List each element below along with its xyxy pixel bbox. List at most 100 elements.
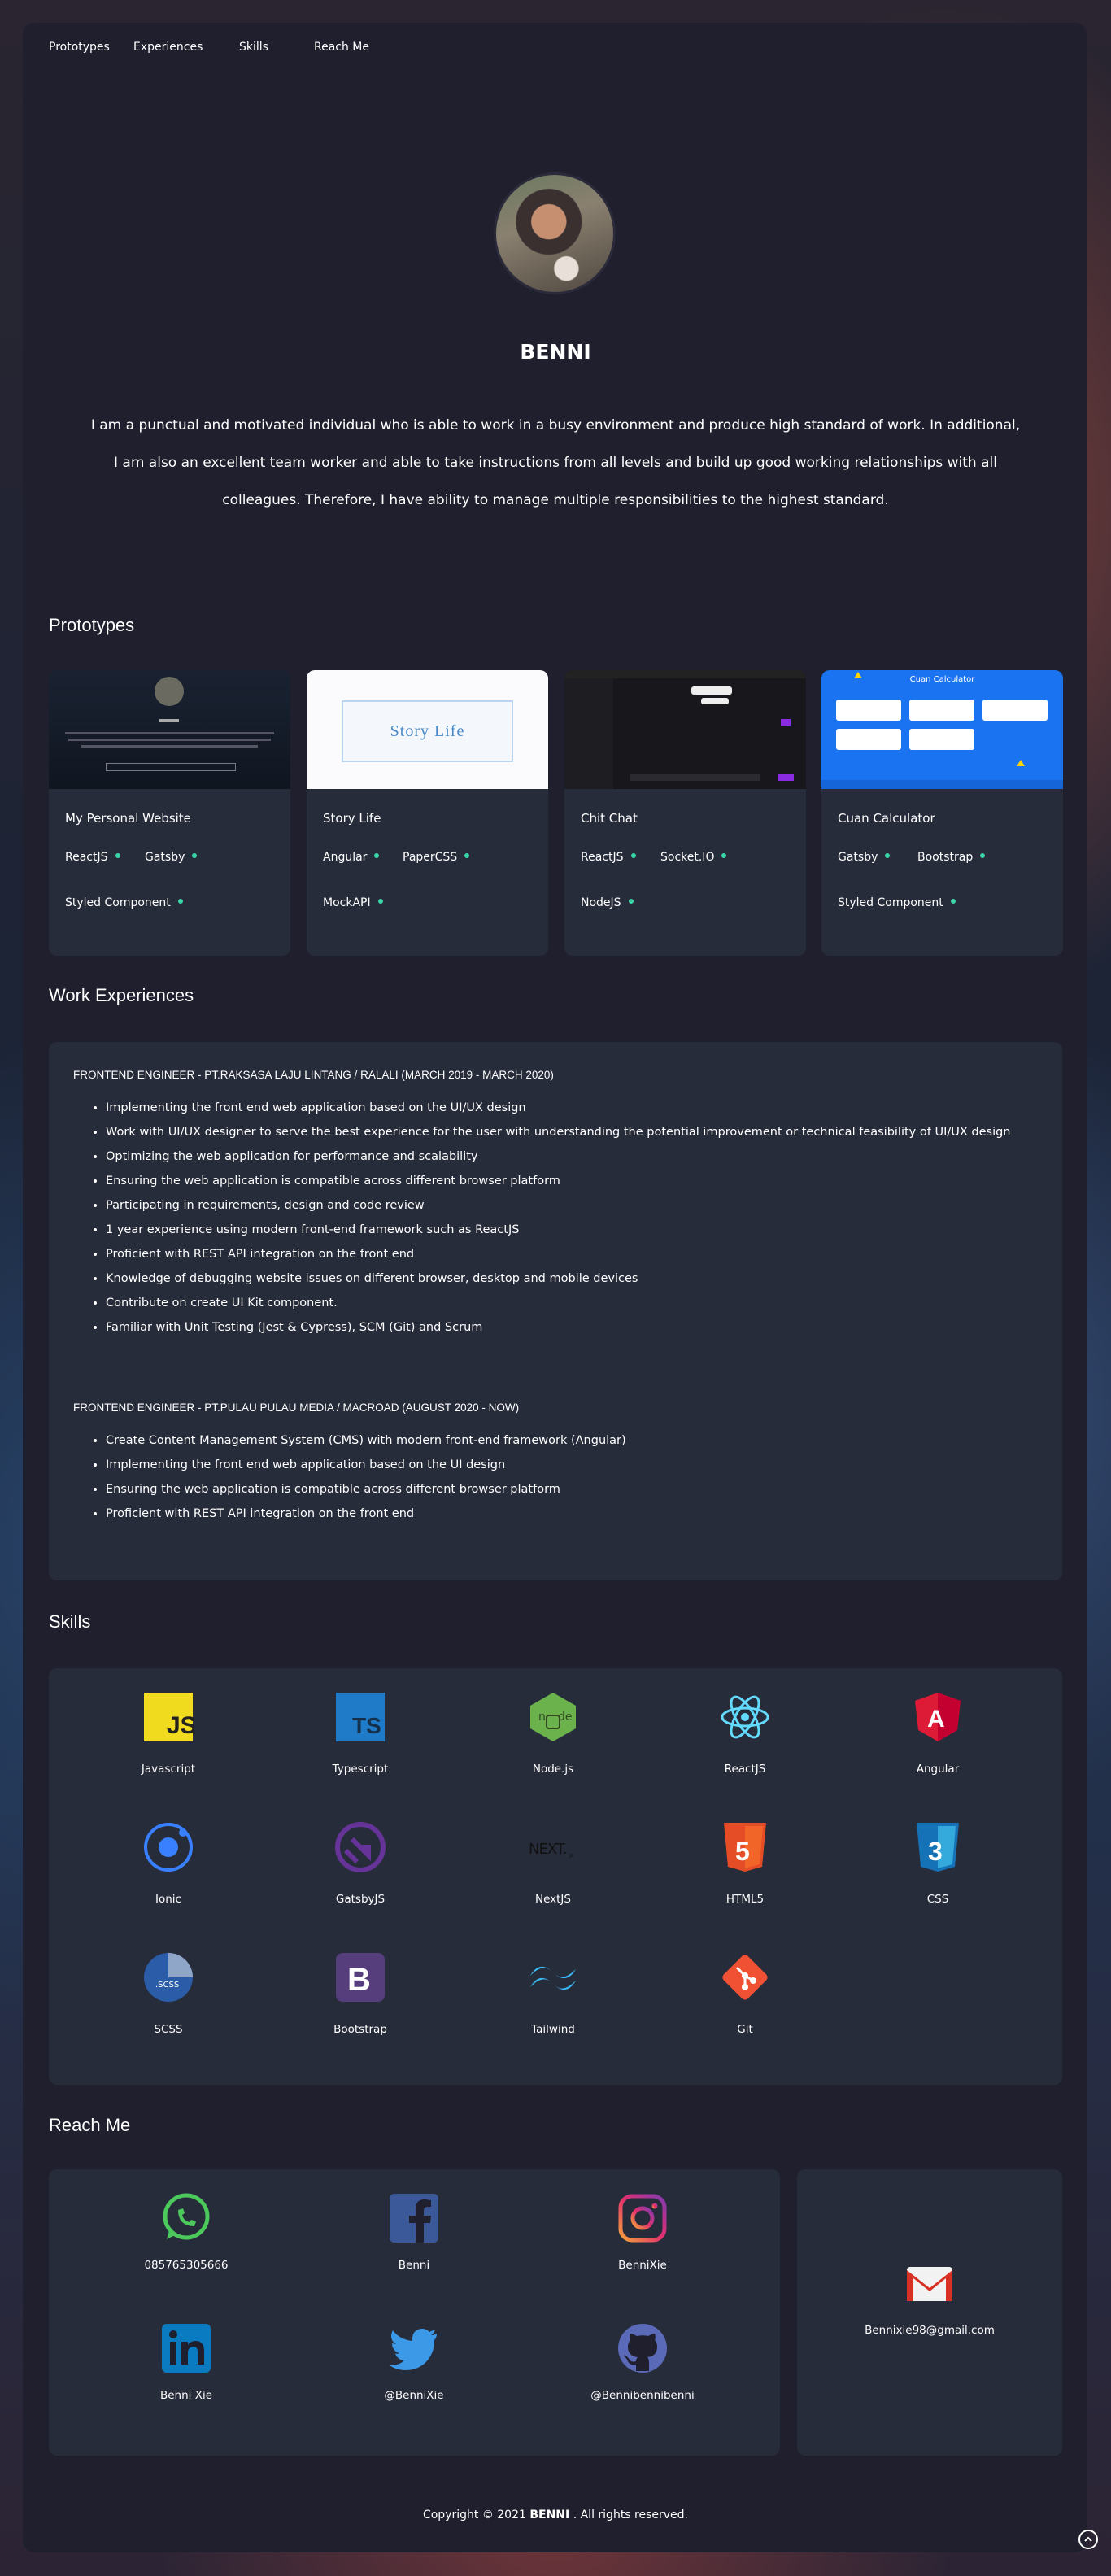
gatsby-icon [334,1821,386,1873]
job-role: FRONTEND ENGINEER - PT.PULAU PULAU MEDIA… [73,1401,520,1414]
job-duties: Implementing the front end web applicati… [106,1096,1041,1340]
avatar [494,172,616,294]
chevron-up-icon [1084,2536,1092,2542]
nav-prototypes[interactable]: Prototypes [49,41,133,54]
project-title: My Personal Website [65,811,191,826]
contact-label: BenniXie [618,2259,667,2272]
svg-text:NEXT.: NEXT. [529,1841,566,1858]
bio-line: I am also an excellent team worker and a… [114,455,997,471]
skill-label: Ionic [155,1893,181,1906]
css3-icon: 3 [912,1821,964,1873]
bio-line: I am a punctual and motivated individual… [90,417,1021,434]
duty-item: Ensuring the web application is compatib… [106,1169,1041,1193]
skill-item: JS Javascript [95,1691,242,1776]
skill-item: B Bootstrap [287,1951,434,2036]
nav-experiences[interactable]: Experiences [133,41,239,54]
top-nav: Prototypes Experiences Skills Reach Me [49,41,387,54]
linkedin-icon [160,2322,212,2374]
svg-text:n: n [538,1711,546,1724]
react-icon [719,1691,771,1743]
contact-item[interactable]: @BenniXie [325,2322,503,2402]
svg-text:3: 3 [928,1837,943,1866]
duty-item: Proficient with REST API integration on … [106,1242,1041,1266]
project-card[interactable]: Cuan Calculator Cuan Calculator Gatsby B… [821,670,1063,956]
duty-item: Implementing the front end web applicati… [106,1096,1041,1120]
skill-label: GatsbyJS [335,1893,386,1906]
project-card[interactable]: My Personal Website ReactJS Gatsby Style… [49,670,290,956]
git-icon [719,1951,771,2003]
skill-label: Bootstrap [333,2023,387,2036]
duty-item: Proficient with REST API integration on … [106,1502,1041,1526]
typescript-icon: TS [334,1691,386,1743]
project-card[interactable]: Story Life Story Life Angular PaperCSS M… [307,670,548,956]
nav-reach-me[interactable]: Reach Me [314,41,387,54]
thumbnail-text: Story Life [390,721,465,740]
svg-text:JS: JS [167,1712,194,1739]
skill-label: Typescript [332,1763,389,1776]
ionic-icon [142,1821,194,1873]
svg-text:5: 5 [735,1837,750,1866]
skill-label: NextJS [534,1893,571,1906]
contact-item[interactable]: BenniXie [553,2192,732,2272]
contact-item[interactable]: Benni [325,2192,503,2272]
angular-icon: A [912,1691,964,1743]
javascript-icon: JS [142,1691,197,1743]
project-title: Story Life [323,811,381,826]
duty-item: Ensuring the web application is compatib… [106,1477,1041,1502]
project-tag: MockAPI [323,896,383,909]
twitter-icon [388,2322,440,2374]
instagram-icon [616,2192,669,2244]
nav-skills[interactable]: Skills [239,41,314,54]
project-tag: PaperCSS [403,851,469,864]
skill-label: Angular [916,1763,960,1776]
contact-label: @BenniXie [384,2389,444,2402]
nextjs-icon: NEXT. js [527,1821,579,1873]
profile-bio: I am a punctual and motivated individual… [81,407,1030,519]
project-tag: Gatsby [838,851,890,864]
email-card: Bennixie98@gmail.com [797,2169,1062,2456]
project-card[interactable]: Chit Chat ReactJS Socket.IO NodeJS [564,670,806,956]
skill-item: Tailwind [480,1951,626,2036]
contact-item[interactable]: 085765305666 [97,2192,276,2272]
skill-item: GatsbyJS [287,1821,434,1906]
svg-text:B: B [347,1962,371,1998]
contact-item[interactable]: Bennixie98@gmail.com [840,2257,1019,2337]
project-title: Cuan Calculator [838,811,935,826]
skill-label: Git [737,2023,753,2036]
project-tag: Styled Component [65,896,183,909]
duty-item: Participating in requirements, design an… [106,1193,1041,1218]
project-thumbnail: Cuan Calculator [821,670,1063,789]
whatsapp-icon [160,2192,212,2244]
scss-icon: .SCSS [142,1951,194,2003]
social-links-card: 085765305666 Benni BenniXie Benni Xie @B… [49,2169,780,2456]
skill-label: ReactJS [724,1763,766,1776]
section-title-skills: Skills [49,1611,91,1632]
skill-item: Ionic [95,1821,242,1906]
skill-item: TS Typescript [287,1691,434,1776]
section-title-prototypes: Prototypes [49,615,135,635]
svg-text:A: A [927,1706,945,1733]
duty-item: Optimizing the web application for perfo… [106,1144,1041,1169]
job-role: FRONTEND ENGINEER - PT.RAKSASA LAJU LINT… [73,1069,554,1081]
contact-label: @Bennibennibenni [590,2389,695,2402]
scroll-to-top-button[interactable] [1078,2530,1098,2549]
project-tag: ReactJS [581,851,636,864]
html5-icon: 5 [719,1821,771,1873]
contact-item[interactable]: Benni Xie [97,2322,276,2402]
section-title-experiences: Work Experiences [49,985,194,1005]
project-tag: Gatsby [145,851,197,864]
bio-line: colleagues. Therefore, I have ability to… [222,492,889,508]
duty-item: Familiar with Unit Testing (Jest & Cypre… [106,1315,1041,1340]
duty-item: Knowledge of debugging website issues on… [106,1266,1041,1291]
facebook-icon [388,2192,440,2244]
skill-item: Git [672,1951,818,2036]
contact-item[interactable]: @Bennibennibenni [553,2322,732,2402]
duty-item: Work with UI/UX designer to serve the be… [106,1120,1041,1144]
duty-item: 1 year experience using modern front-end… [106,1218,1041,1242]
project-tag: ReactJS [65,851,120,864]
svg-text:js: js [569,1853,573,1859]
experience-card: FRONTEND ENGINEER - PT.RAKSASA LAJU LINT… [49,1042,1062,1580]
skill-item: .SCSS SCSS [95,1951,242,2036]
contact-label: Benni Xie [159,2389,213,2402]
skills-card: JS Javascript TS Typescript n de Node.js … [49,1668,1062,2085]
